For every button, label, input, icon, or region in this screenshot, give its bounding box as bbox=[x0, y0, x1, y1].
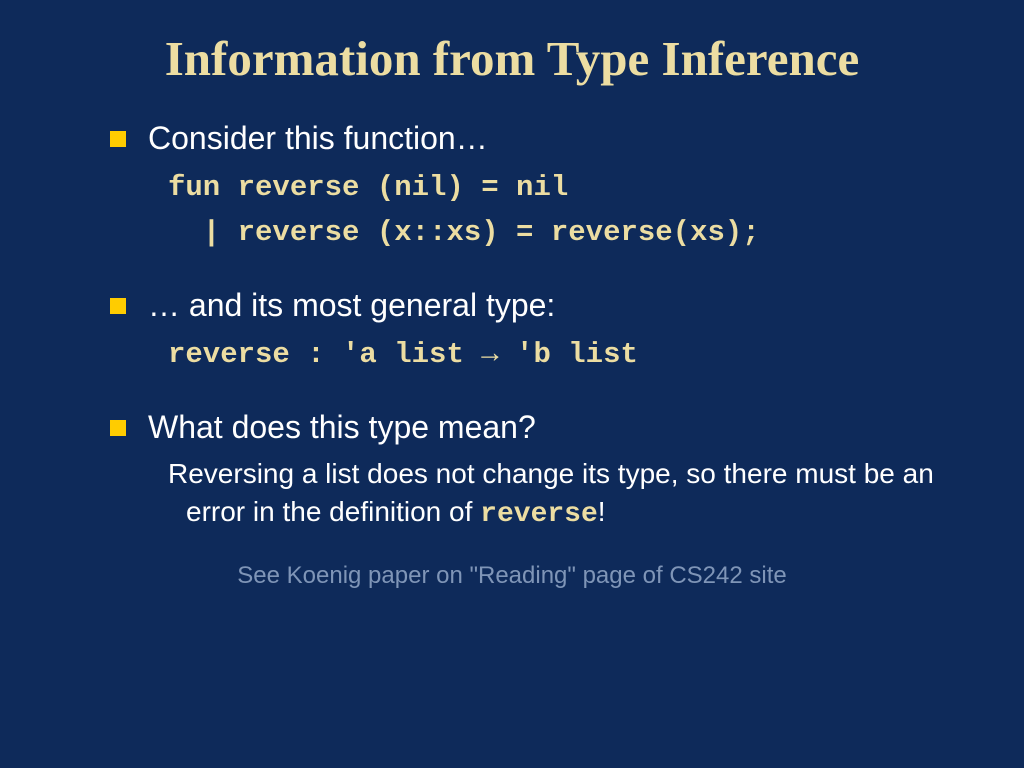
square-bullet-icon bbox=[110, 131, 126, 147]
bullet-text: What does this type mean? bbox=[148, 406, 536, 449]
bullet-item-2: … and its most general type: bbox=[110, 284, 954, 327]
footer-note: See Koenig paper on "Reading" page of CS… bbox=[40, 562, 984, 590]
slide: Information from Type Inference Consider… bbox=[0, 0, 1024, 768]
square-bullet-icon bbox=[110, 298, 126, 314]
bullet-2-sub: reverse : 'a list → 'b list bbox=[168, 333, 954, 378]
bullet-item-3: What does this type mean? bbox=[110, 406, 954, 449]
bullet-3-sub: Reversing a list does not change its typ… bbox=[168, 455, 954, 534]
bullet-1-sub: fun reverse (nil) = nil | reverse (x::xs… bbox=[168, 166, 954, 256]
square-bullet-icon bbox=[110, 420, 126, 436]
explanation-text: Reversing a list does not change its typ… bbox=[186, 455, 954, 534]
keyword-reverse: reverse bbox=[480, 499, 598, 530]
code-line: fun reverse (nil) = nil bbox=[168, 166, 954, 211]
bullet-item-1: Consider this function… bbox=[110, 117, 954, 160]
explain-post: ! bbox=[598, 496, 606, 527]
bullet-text: Consider this function… bbox=[148, 117, 488, 160]
slide-title: Information from Type Inference bbox=[40, 30, 984, 87]
code-line: | reverse (x::xs) = reverse(xs); bbox=[168, 211, 954, 256]
bullet-list: Consider this function… fun reverse (nil… bbox=[40, 117, 984, 534]
bullet-text: … and its most general type: bbox=[148, 284, 555, 327]
code-line: reverse : 'a list → 'b list bbox=[168, 333, 954, 378]
